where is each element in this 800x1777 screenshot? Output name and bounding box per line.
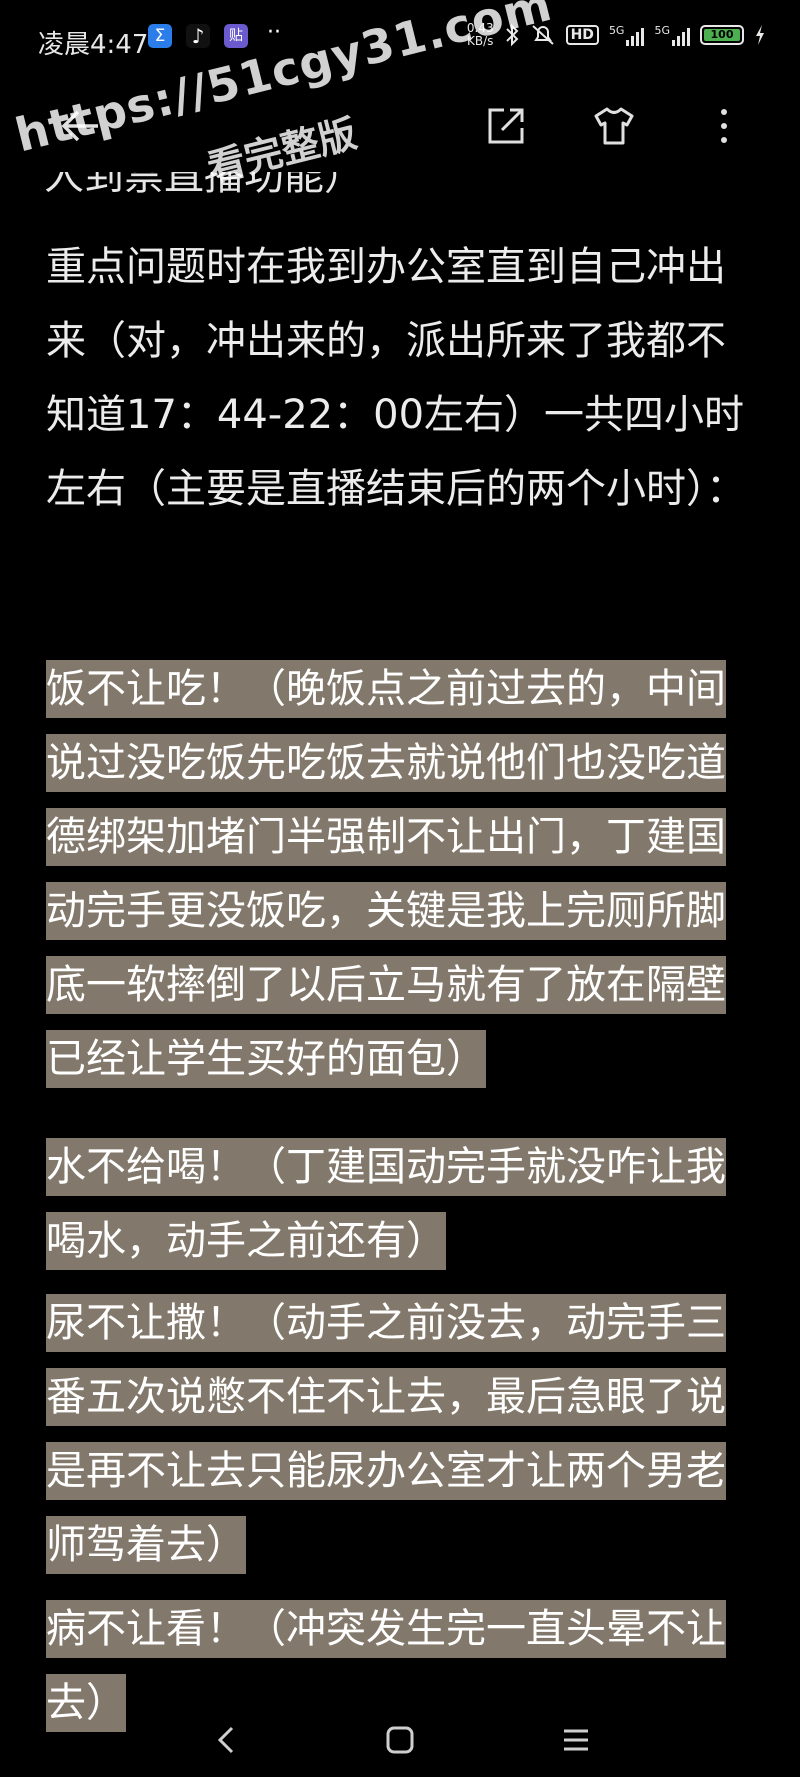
highlighted-text: 饭不让吃！（晚饭点之前过去的，中间说过没吃饭先吃饭去就说他们也没吃道德绑架加堵门… [46,660,726,1088]
more-vertical-icon[interactable] [702,104,746,148]
share-icon[interactable] [484,104,528,148]
hd-voice-badge: HD [565,25,599,45]
signal-1-label: 5G [608,24,625,37]
shirt-icon[interactable] [592,104,636,148]
cut-off-text-line: 人到禁直播功能） [44,172,364,198]
bilibili-icon: 贴 [224,24,248,48]
net-speed: 0.43 KB/s [467,22,494,48]
status-time: 凌晨4:47 [38,30,149,60]
back-arrow-icon[interactable] [58,104,102,148]
sigma-app-icon: Σ [148,24,172,48]
nav-menu-icon[interactable] [556,1720,596,1760]
bluetooth-icon [505,23,519,47]
tiktok-icon: ♪ [186,24,210,48]
paragraph-restroom: 尿不让撒！（动手之前没去，动完手三番五次说憋不住不让去，最后急眼了说是再不让去只… [46,1286,762,1582]
more-notifications-icon: ·· [267,20,281,45]
notification-icons: Σ ♪ 贴 ·· [148,20,286,48]
nav-back-icon[interactable] [206,1720,246,1760]
signal-2: 5G [654,24,690,46]
signal-1: 5G [609,24,645,46]
signal-bars-icon [672,24,690,46]
paragraph-water: 水不给喝！（丁建国动完手就没咋让我喝水，动手之前还有） [46,1130,762,1278]
highlighted-text: 水不给喝！（丁建国动完手就没咋让我喝水，动手之前还有） [46,1138,726,1270]
battery-icon: 100 [700,25,744,45]
paragraph-food: 饭不让吃！（晚饭点之前过去的，中间说过没吃饭先吃饭去就说他们也没吃道德绑架加堵门… [46,652,762,1096]
paragraph-intro: 重点问题时在我到办公室直到自己冲出来（对，冲出来的，派出所来了我都不知道17：4… [46,230,762,526]
battery-level: 100 [704,29,740,41]
system-nav-bar [0,1700,800,1777]
paragraph-text: 重点问题时在我到办公室直到自己冲出来（对，冲出来的，派出所来了我都不知道17：4… [46,244,746,512]
net-speed-unit: KB/s [467,34,494,48]
signal-2-label: 5G [654,24,670,37]
top-toolbar [0,90,800,160]
signal-bars-icon [626,24,645,46]
highlighted-text: 尿不让撒！（动手之前没去，动完手三番五次说憋不住不让去，最后急眼了说是再不让去只… [46,1294,726,1574]
charging-bolt-icon [756,25,764,45]
nav-home-icon[interactable] [380,1720,420,1760]
status-bar: 凌晨4:47 Σ ♪ 贴 ·· 0.43 KB/s HD 5G 5G 100 [0,0,800,80]
mute-bell-icon [531,25,554,45]
status-right-icons: 0.43 KB/s HD 5G 5G 100 [467,22,766,48]
